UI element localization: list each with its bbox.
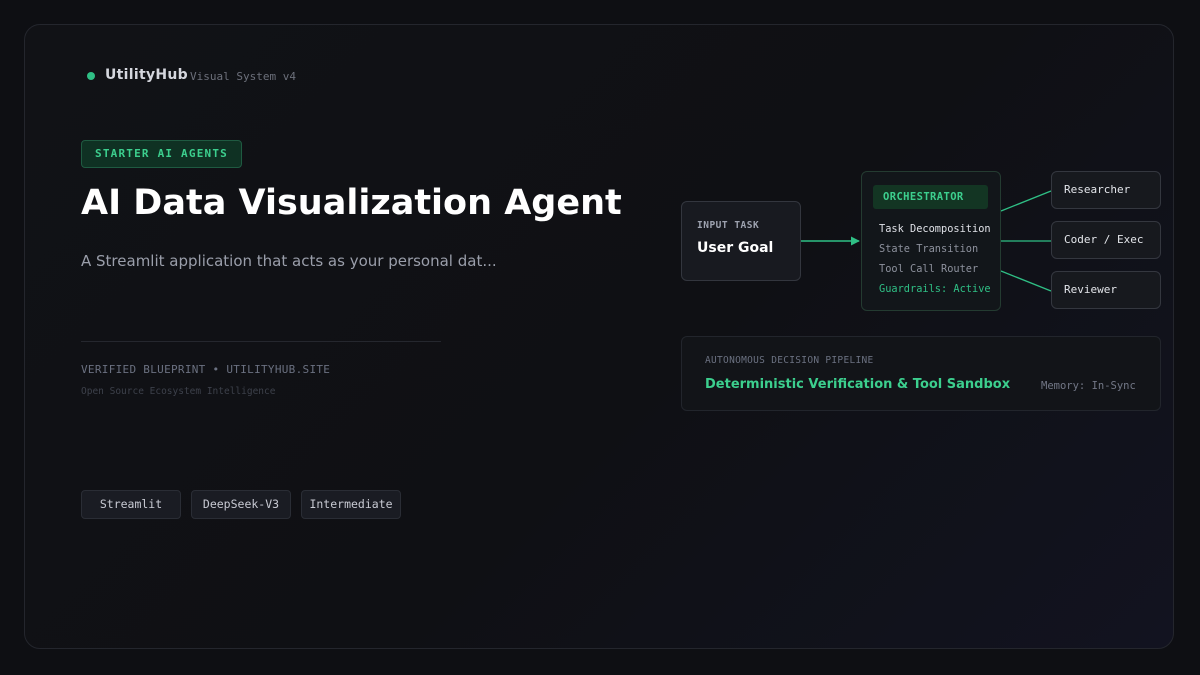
pipeline-panel bbox=[681, 336, 1161, 411]
orchestrator-title: ORCHESTRATOR bbox=[873, 185, 988, 209]
input-task-value: User Goal bbox=[697, 240, 774, 256]
pipeline-label: AUTONOMOUS DECISION PIPELINE bbox=[705, 355, 874, 366]
agent-node-reviewer: Reviewer bbox=[1051, 271, 1161, 309]
pipeline-title: Deterministic Verification & Tool Sandbo… bbox=[705, 377, 1011, 392]
memory-status: Memory: In-Sync bbox=[1041, 380, 1136, 392]
orchestrator-item: Task Decomposition bbox=[879, 223, 991, 235]
blueprint-card: UtilityHub Visual System v4 STARTER AI A… bbox=[24, 24, 1174, 649]
orchestrator-item-guardrails: Guardrails: Active bbox=[879, 283, 991, 295]
orchestrator-item: Tool Call Router bbox=[879, 263, 979, 275]
orchestrator-item: State Transition bbox=[879, 243, 979, 255]
edge-orchestrator-reviewer bbox=[1000, 270, 1052, 292]
edge-orchestrator-researcher bbox=[1000, 190, 1052, 212]
agent-node-researcher: Researcher bbox=[1051, 171, 1161, 209]
agent-node-coder: Coder / Exec bbox=[1051, 221, 1161, 259]
input-task-label: INPUT TASK bbox=[697, 220, 760, 231]
